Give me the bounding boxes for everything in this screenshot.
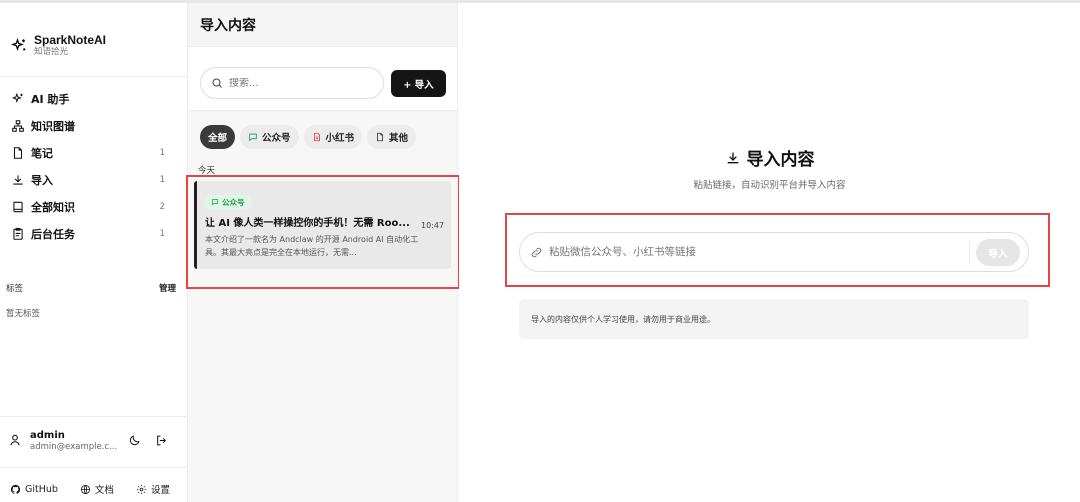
link-icon xyxy=(531,247,542,257)
download-icon xyxy=(12,174,23,185)
sidebar-nav: AI 助手 知识图谱 笔记 1 导入 1 全部知识 2 后台任务 1 xyxy=(0,85,187,247)
filter-other[interactable]: 其他 xyxy=(367,125,417,149)
user-icon xyxy=(10,434,20,446)
filter-label: 其他 xyxy=(389,133,409,144)
sidebar-item-ai-assistant[interactable]: AI 助手 xyxy=(0,85,187,112)
list-item[interactable]: 公众号 让 AI 像人类一样操控你的手机！无需 Roo... 10:47 本文介… xyxy=(194,181,451,269)
filter-all[interactable]: 全部 xyxy=(200,125,236,149)
count-badge: 1 xyxy=(159,174,165,185)
list-header: 导入内容 xyxy=(188,3,457,47)
sidebar-item-notes[interactable]: 笔记 1 xyxy=(0,139,187,166)
url-input[interactable] xyxy=(549,246,949,258)
globe-icon xyxy=(80,484,90,494)
filter-wechat[interactable]: 公众号 xyxy=(240,125,299,149)
badge-label: 公众号 xyxy=(222,197,245,207)
settings-link[interactable]: 设置 xyxy=(136,482,170,496)
divider xyxy=(0,467,187,468)
sidebar-item-label: 笔记 xyxy=(31,146,53,160)
import-submit-button[interactable]: 导入 xyxy=(976,239,1020,266)
docs-label: 文档 xyxy=(94,485,114,496)
moon-icon[interactable] xyxy=(128,434,141,447)
clipboard-icon xyxy=(12,227,23,240)
count-badge: 1 xyxy=(159,147,165,158)
filter-label: 小红书 xyxy=(325,133,355,144)
sparkle-icon xyxy=(11,37,26,51)
brand[interactable]: SparkNoteAI 知语拾光 xyxy=(10,33,106,58)
brand-subtitle: 知语拾光 xyxy=(34,47,69,57)
usage-notice: 导入的内容仅供个人学习使用，请勿用于商业用途。 xyxy=(519,299,1029,339)
import-list-panel: 导入内容 + 导入 全部 公众号 小红书 其他 xyxy=(188,3,458,502)
add-import-button[interactable]: + 导入 xyxy=(391,70,446,97)
graph-icon xyxy=(11,119,24,132)
sidebar-item-label: 导入 xyxy=(31,173,53,187)
sidebar: SparkNoteAI 知语拾光 AI 助手 知识图谱 笔记 1 导入 1 全部… xyxy=(0,3,188,502)
divider xyxy=(969,242,970,264)
page-subtitle: 粘贴链接，自动识别平台并导入内容 xyxy=(693,180,846,191)
item-time: 10:47 xyxy=(421,221,445,230)
list-title: 导入内容 xyxy=(200,17,256,34)
group-label: 今天 xyxy=(198,166,216,176)
count-badge: 1 xyxy=(159,228,165,239)
sidebar-item-knowledge-graph[interactable]: 知识图谱 xyxy=(0,112,187,139)
github-label: GitHub xyxy=(25,483,58,495)
divider xyxy=(0,76,187,77)
tags-label: 标签 xyxy=(6,284,24,294)
item-title: 让 AI 像人类一样操控你的手机！无需 Roo... xyxy=(205,218,410,229)
document-icon xyxy=(313,132,320,142)
tags-header: 标签 管理 xyxy=(6,282,176,294)
filter-xiaohongshu[interactable]: 小红书 xyxy=(303,125,363,149)
divider xyxy=(0,416,187,417)
gear-icon xyxy=(136,484,147,494)
search-input[interactable] xyxy=(229,77,369,89)
import-main: 导入内容 粘贴链接，自动识别平台并导入内容 导入 导入的内容仅供个人学习使用，请… xyxy=(459,3,1080,502)
message-icon xyxy=(211,199,219,206)
book-icon xyxy=(12,201,23,212)
sidebar-item-label: 后台任务 xyxy=(31,227,75,241)
download-icon xyxy=(727,152,738,163)
sidebar-item-all-knowledge[interactable]: 全部知识 2 xyxy=(0,193,187,220)
filter-label: 公众号 xyxy=(262,133,291,144)
url-input-box[interactable]: 导入 xyxy=(519,232,1029,272)
user-actions xyxy=(128,434,168,447)
source-badge: 公众号 xyxy=(205,195,251,209)
sparkle-icon xyxy=(11,92,23,103)
sidebar-item-label: 知识图谱 xyxy=(31,119,75,133)
user-name: admin xyxy=(30,430,65,441)
docs-link[interactable]: 文档 xyxy=(80,482,114,496)
github-link[interactable]: GitHub xyxy=(10,482,58,496)
logout-icon[interactable] xyxy=(155,434,168,447)
filter-chips: 全部 公众号 小红书 其他 xyxy=(200,125,417,149)
user-email: admin@example.c... xyxy=(30,442,118,452)
github-icon xyxy=(10,484,21,494)
search-row: + 导入 xyxy=(188,47,457,111)
count-badge: 2 xyxy=(159,201,165,212)
sidebar-item-label: 全部知识 xyxy=(31,200,75,214)
settings-label: 设置 xyxy=(150,485,170,496)
sidebar-item-label: AI 助手 xyxy=(31,92,70,106)
manage-tags-button[interactable]: 管理 xyxy=(159,282,176,294)
search-icon xyxy=(212,78,222,88)
brand-name: SparkNoteAI xyxy=(34,33,107,47)
page-title-text: 导入内容 xyxy=(746,150,815,170)
sidebar-footer: GitHub 文档 设置 xyxy=(10,482,170,496)
sidebar-item-import[interactable]: 导入 1 xyxy=(0,166,187,193)
page-title: 导入内容 xyxy=(459,145,1080,170)
file-icon xyxy=(377,132,383,142)
tags-empty-text: 暂无标签 xyxy=(6,309,41,319)
filter-label: 全部 xyxy=(208,133,228,144)
message-icon xyxy=(249,133,257,142)
search-box[interactable] xyxy=(200,67,384,99)
item-description: 本文介绍了一款名为 Andclaw 的开源 Android AI 自动化工具。其… xyxy=(205,235,419,257)
sidebar-item-background-tasks[interactable]: 后台任务 1 xyxy=(0,220,187,247)
app-root: SparkNoteAI 知语拾光 AI 助手 知识图谱 笔记 1 导入 1 全部… xyxy=(0,0,1080,502)
document-icon xyxy=(13,146,22,159)
